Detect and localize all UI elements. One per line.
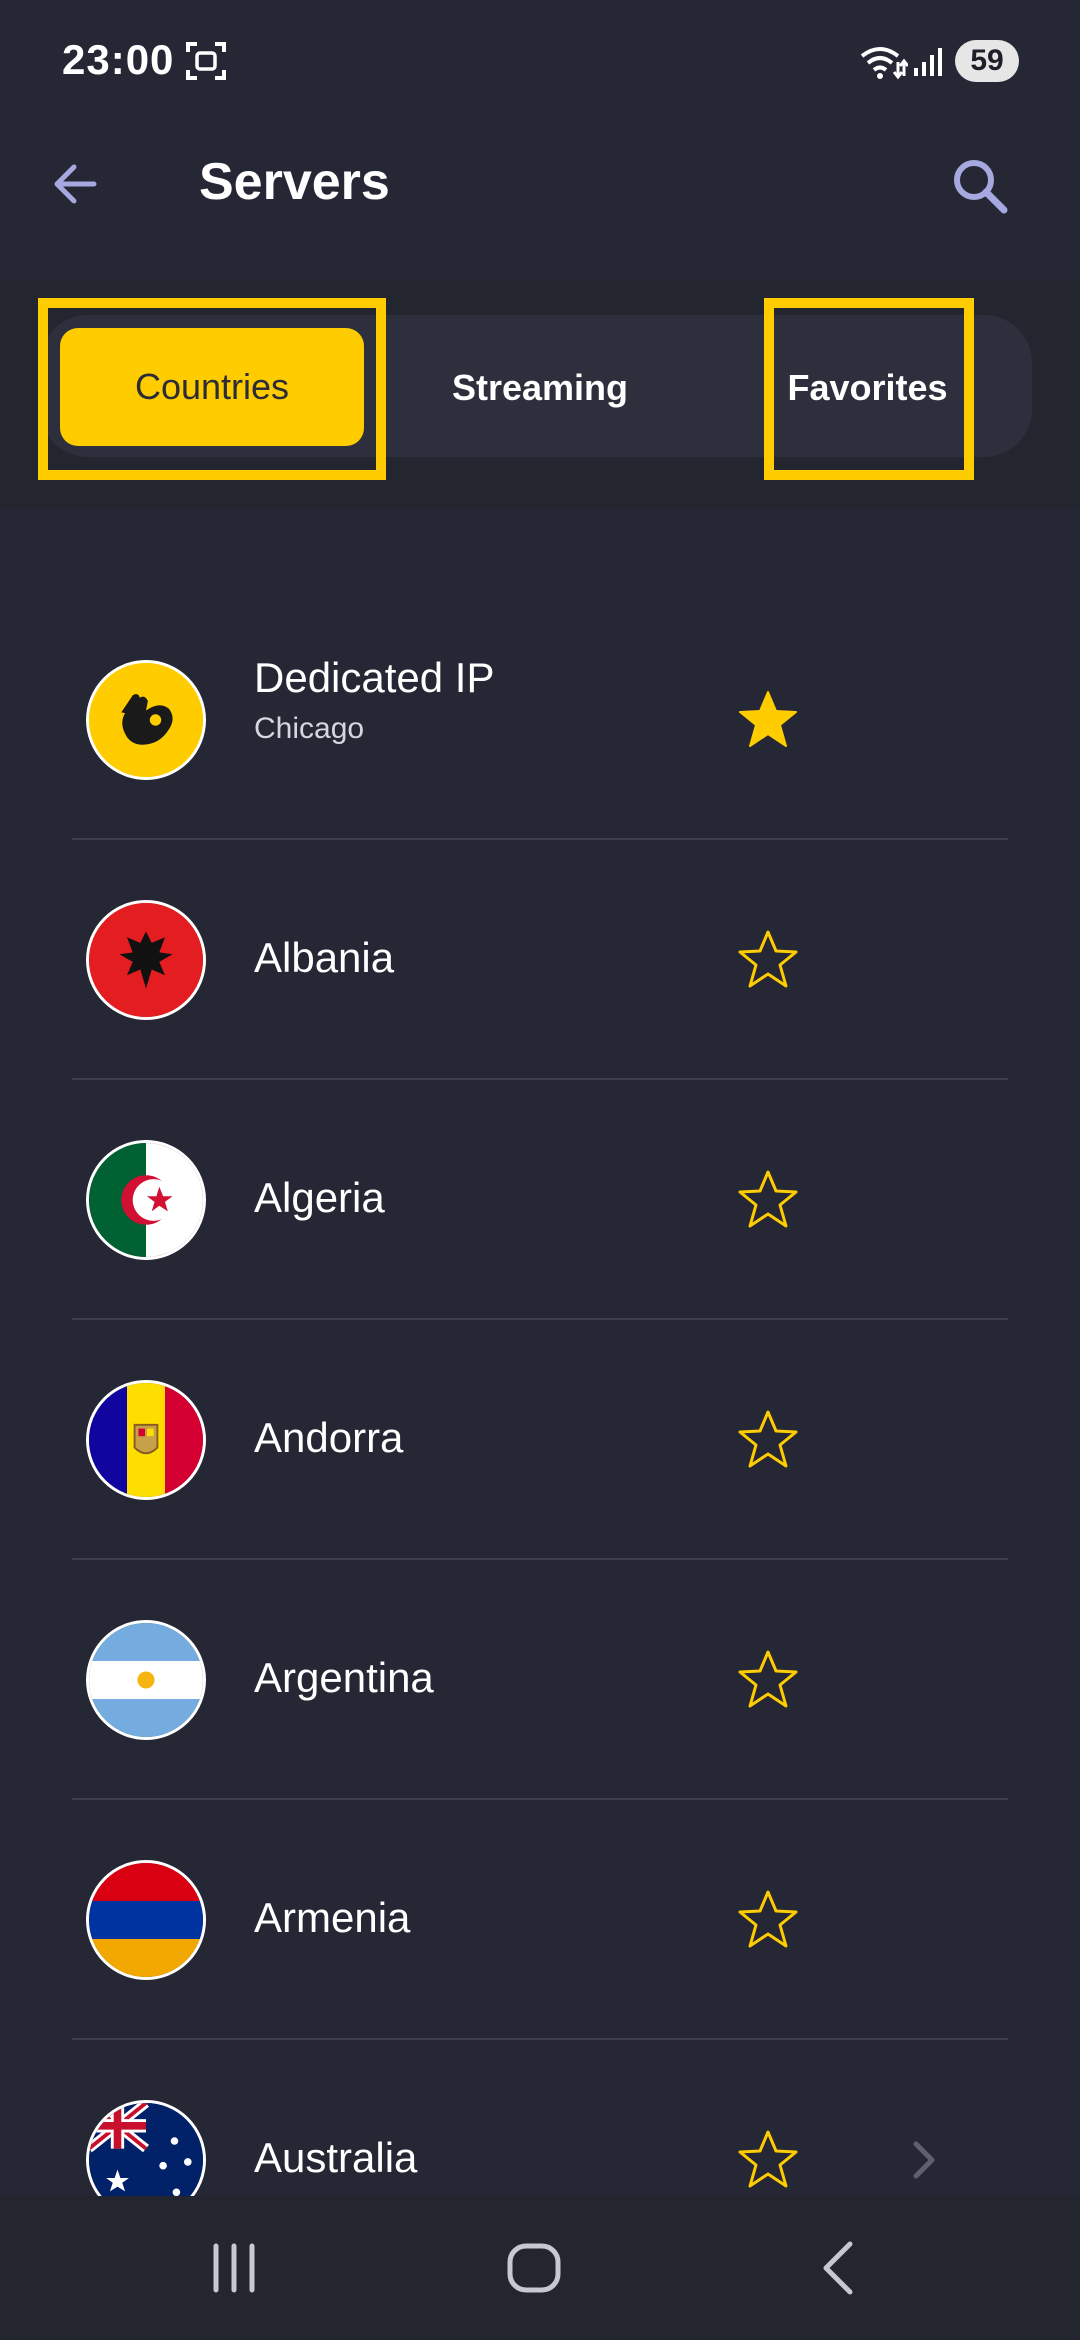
- server-row-algeria[interactable]: Algeria: [0, 1080, 1080, 1320]
- algeria-flag-icon: [86, 1140, 206, 1260]
- wifi-icon: [860, 47, 908, 80]
- back-button[interactable]: [40, 148, 112, 220]
- search-icon: [954, 160, 1008, 214]
- system-nav-bar: [0, 2196, 1080, 2340]
- albania-flag-icon: [86, 900, 206, 1020]
- server-name: Armenia: [254, 1894, 411, 1941]
- battery-indicator: 59: [955, 40, 1019, 82]
- server-row-armenia[interactable]: Armenia: [0, 1800, 1080, 2040]
- andorra-flag-icon: [86, 1380, 206, 1500]
- server-name: Dedicated IP: [254, 654, 495, 701]
- star-outline-icon[interactable]: [736, 1408, 800, 1472]
- star-outline-icon[interactable]: [736, 1648, 800, 1712]
- tab-favorites[interactable]: Favorites: [780, 328, 955, 448]
- chevron-right-icon[interactable]: [904, 2138, 944, 2182]
- screen-capture-icon: [186, 42, 226, 80]
- recent-apps-icon[interactable]: [202, 2236, 266, 2300]
- server-row-andorra[interactable]: Andorra: [0, 1320, 1080, 1560]
- dedicated-ip-logo-icon: [86, 660, 206, 780]
- argentina-flag-icon: [86, 1620, 206, 1740]
- search-button[interactable]: [942, 148, 1018, 224]
- server-name: Algeria: [254, 1174, 385, 1221]
- armenia-flag-icon: [86, 1860, 206, 1980]
- server-row-albania[interactable]: Albania: [0, 840, 1080, 1080]
- server-name: Argentina: [254, 1654, 434, 1701]
- arrow-left-icon: [54, 164, 97, 204]
- star-outline-icon[interactable]: [736, 2128, 800, 2192]
- star-outline-icon[interactable]: [736, 928, 800, 992]
- system-back-icon[interactable]: [808, 2236, 872, 2300]
- server-name: Australia: [254, 2134, 418, 2181]
- status-time: 23:00: [62, 36, 175, 83]
- star-outline-icon[interactable]: [736, 1168, 800, 1232]
- status-bar: 23:00 59: [0, 0, 1080, 130]
- page-title: Servers: [199, 153, 390, 211]
- server-row-dedicated-ip[interactable]: Dedicated IP Chicago: [0, 600, 1080, 840]
- cell-signal-icon: [914, 48, 942, 76]
- server-name: Albania: [254, 934, 395, 981]
- tab-streaming[interactable]: Streaming: [390, 328, 690, 448]
- server-name: Andorra: [254, 1414, 404, 1461]
- app-root: 23:00 59 Servers Countries Streaming Fav…: [0, 0, 1080, 2340]
- star-filled-icon[interactable]: [736, 688, 800, 752]
- home-icon[interactable]: [502, 2236, 566, 2300]
- server-subtitle: Chicago: [254, 712, 365, 745]
- star-outline-icon[interactable]: [736, 1888, 800, 1952]
- tab-countries[interactable]: Countries: [60, 328, 364, 446]
- server-row-argentina[interactable]: Argentina: [0, 1560, 1080, 1800]
